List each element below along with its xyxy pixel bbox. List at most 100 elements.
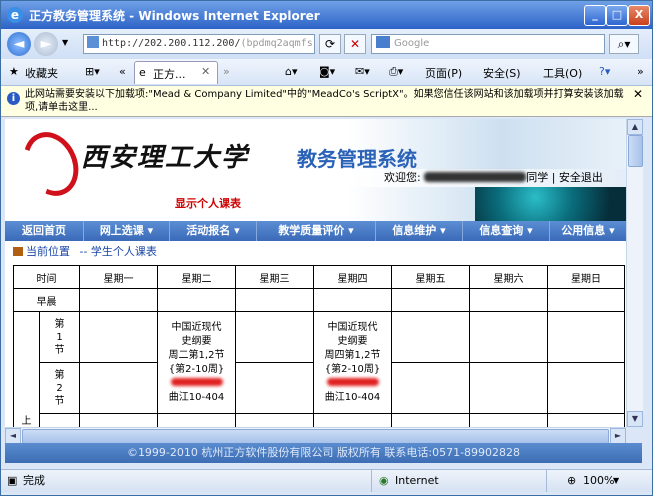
zoom-icon[interactable]: ⊕ (567, 470, 576, 492)
header-fri: 星期五 (391, 265, 470, 289)
welcome-label: 欢迎您: (384, 171, 421, 184)
history-dropdown-icon[interactable]: ▼ (62, 38, 68, 47)
logout-link[interactable]: 安全退出 (559, 171, 603, 184)
redacted-teacher (326, 377, 379, 386)
nav-public-info[interactable]: 公用信息 ▾ (550, 221, 626, 241)
new-tab-icon[interactable]: » (223, 65, 230, 78)
safety-menu[interactable]: 安全(S) (483, 65, 521, 81)
address-input[interactable]: http://202.200.112.200/(bpdmq2aqmfs (83, 34, 315, 54)
scroll-down-icon[interactable]: ▼ (627, 411, 643, 427)
ie-logo-icon: e (7, 7, 23, 23)
breadcrumb-path: -- 学生个人课表 (79, 245, 157, 258)
help-icon[interactable]: ?▾ (599, 65, 610, 78)
stop-button[interactable]: ✕ (344, 34, 366, 54)
restore-button[interactable]: □ (606, 5, 628, 26)
home-icon[interactable]: ⌂▾ (285, 65, 298, 78)
horizontal-scrollbar[interactable]: ◄ ► (5, 427, 626, 444)
page-subtitle: 显示个人课表 (175, 197, 241, 210)
header-sat: 星期六 (469, 265, 548, 289)
infobar-close-icon[interactable]: ✕ (633, 88, 643, 101)
banner-decoration (475, 187, 626, 221)
page-content: 西安理工大学 教务管理系统 欢迎您: 同学 | 安全退出 显示个人课表 返回首页… (5, 119, 626, 427)
tools-menu[interactable]: 工具(O) (543, 65, 582, 81)
table-row (14, 413, 625, 427)
nav-course-selection[interactable]: 网上选课 ▾ (84, 221, 170, 241)
status-bar: ▣ 完成 ◉ Internet ⊕ 100% ▼ (1, 469, 652, 492)
back-button[interactable]: ◄ (7, 32, 31, 56)
more-icon[interactable]: » (637, 65, 644, 78)
search-button[interactable]: ⌕▾ (609, 34, 639, 54)
close-button[interactable]: X (628, 5, 650, 26)
tab-list-icon[interactable]: « (119, 65, 126, 78)
user-suffix: 同学 (526, 171, 549, 184)
minimize-button[interactable]: _ (584, 5, 606, 26)
scroll-left-icon[interactable]: ◄ (5, 428, 21, 444)
address-bar-row: ◄ ► ▼ http://202.200.112.200/(bpdmq2aqmf… (1, 29, 652, 59)
morning-label: 早晨 (13, 288, 80, 312)
title-bar: e 正方教务管理系统 - Windows Internet Explorer _… (1, 1, 652, 29)
table-row: 上午 第1节 中国近现代 史纲要 周二第1,2节 {第2-10周} 曲江10-4… (13, 311, 625, 427)
search-input[interactable]: Google (371, 34, 605, 54)
tab-current[interactable]: e 正方... ✕ (134, 61, 218, 84)
vertical-scrollbar[interactable]: ▲ ▼ (626, 119, 643, 427)
period-1: 第1节 (39, 311, 80, 363)
browser-window: e 正方教务管理系统 - Windows Internet Explorer _… (0, 0, 653, 496)
page-footer: ©1999-2010 杭州正方软件股份有限公司 版权所有 联系电话:0571-8… (5, 443, 642, 463)
header-mon: 星期一 (79, 265, 158, 289)
school-logo-icon (13, 123, 89, 205)
site-banner: 西安理工大学 教务管理系统 欢迎您: 同学 | 安全退出 显示个人课表 (5, 119, 626, 221)
breadcrumb: 当前位置 -- 学生个人课表 (5, 243, 626, 261)
nav-home[interactable]: 返回首页 (5, 221, 84, 241)
scroll-right-icon[interactable]: ► (610, 428, 626, 444)
favorites-label[interactable]: 收藏夹 (25, 65, 58, 81)
window-title: 正方教务管理系统 - Windows Internet Explorer (29, 9, 320, 23)
zoom-dropdown-icon[interactable]: ▼ (613, 470, 619, 492)
favorites-star-icon[interactable]: ★ (9, 65, 19, 78)
header-tue: 星期二 (157, 265, 236, 289)
course-cell-tue[interactable]: 中国近现代 史纲要 周二第1,2节 {第2-10周} 曲江10-404 (157, 311, 236, 414)
redacted-teacher (170, 377, 223, 386)
scroll-up-icon[interactable]: ▲ (627, 119, 643, 135)
info-icon: i (7, 92, 20, 105)
page-menu[interactable]: 页面(P) (425, 65, 462, 81)
table-header-row: 时间 星期一 星期二 星期三 星期四 星期五 星期六 星期日 (13, 265, 625, 289)
course-cell-thu[interactable]: 中国近现代 史纲要 周四第1,2节 {第2-10周} 曲江10-404 (313, 311, 392, 414)
search-placeholder: Google (394, 38, 430, 49)
nav-teaching-evaluation[interactable]: 教学质量评价 ▾ (257, 221, 376, 241)
tab-label: 正方... (153, 68, 186, 81)
refresh-button[interactable]: ⟳ (319, 34, 341, 54)
address-url-tail: (bpdmq2aqmfs (240, 38, 313, 49)
main-nav: 返回首页 网上选课 ▾ 活动报名 ▾ 教学质量评价 ▾ 信息维护 ▾ 信息查询 … (5, 221, 626, 241)
status-zone: Internet (395, 474, 439, 487)
period-2: 第2节 (39, 362, 80, 414)
status-done: 完成 (23, 474, 45, 487)
header-sun: 星期日 (547, 265, 625, 289)
information-bar[interactable]: i 此网站需要安装以下加载项:"Mead & Company Limited"中… (1, 86, 652, 117)
tab-close-icon[interactable]: ✕ (201, 65, 210, 78)
header-wed: 星期三 (235, 265, 314, 289)
forward-button[interactable]: ► (34, 32, 58, 56)
schedule-table: 时间 星期一 星期二 星期三 星期四 星期五 星期六 星期日 早晨 上午 第1节… (13, 265, 625, 427)
internet-zone-icon: ◉ (379, 474, 389, 487)
ie-tab-icon: e (139, 66, 146, 79)
horizontal-scroll-thumb[interactable] (22, 429, 609, 444)
feeds-icon[interactable]: ◙▾ (319, 65, 335, 78)
print-icon[interactable]: ⎙▾ (389, 65, 403, 79)
favorites-bar: ★ 收藏夹 ⊞▾ « e 正方... ✕ » ⌂▾ ◙▾ ✉▾ ⎙▾ 页面(P)… (1, 59, 652, 86)
google-icon (376, 36, 390, 48)
school-name: 西安理工大学 (81, 143, 250, 173)
nav-info-maintenance[interactable]: 信息维护 ▾ (376, 221, 463, 241)
afternoon-label: 上午 (13, 311, 40, 427)
mail-icon[interactable]: ✉▾ (355, 65, 370, 78)
nav-info-query[interactable]: 信息查询 ▾ (463, 221, 550, 241)
quick-tabs-icon[interactable]: ⊞▾ (85, 65, 100, 78)
table-row: 早晨 (13, 288, 625, 312)
vertical-scroll-thumb[interactable] (628, 135, 643, 167)
status-zoom[interactable]: 100% (583, 470, 614, 492)
address-url: http://202.200.112.200/ (102, 38, 241, 49)
page-icon (87, 36, 99, 48)
user-bar: 欢迎您: 同学 | 安全退出 (348, 169, 626, 187)
system-name: 教务管理系统 (297, 147, 417, 171)
redacted-username (424, 172, 527, 182)
nav-activity-signup[interactable]: 活动报名 ▾ (170, 221, 257, 241)
